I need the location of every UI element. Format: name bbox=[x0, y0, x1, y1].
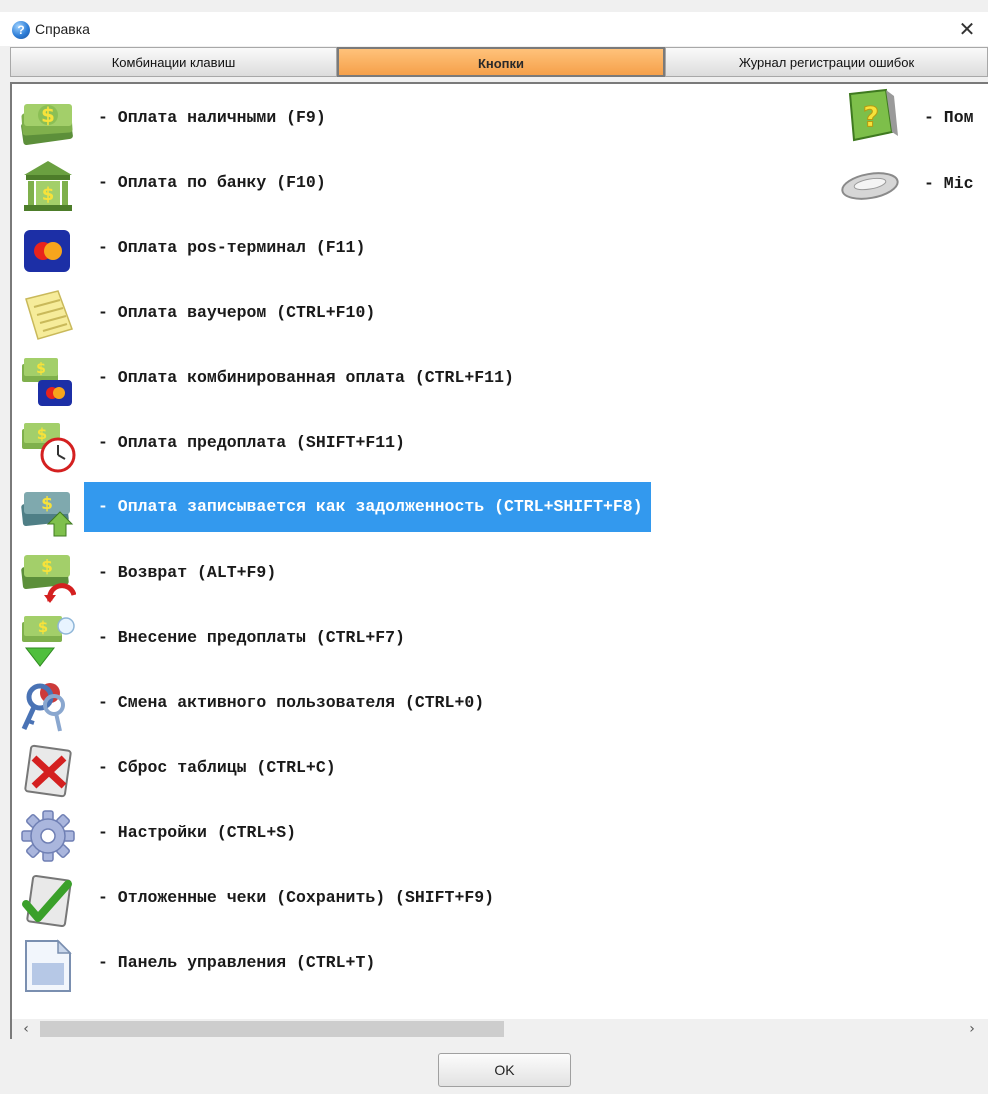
prepayment-clock-icon: $ bbox=[22, 423, 76, 473]
list-item[interactable]: - Настройки (CTRL+S) bbox=[20, 805, 850, 865]
list-item[interactable]: - Оплата pos-терминал (F11) bbox=[20, 220, 850, 280]
debt-money-icon: $ bbox=[21, 492, 74, 537]
tab-buttons[interactable]: Кнопки bbox=[337, 47, 665, 77]
list-item[interactable]: $ - Внесение предоплаты (CTRL+F7) bbox=[20, 610, 850, 670]
deposit-prepayment-icon: $ bbox=[22, 616, 75, 667]
item-label: - Оплата наличными (F9) bbox=[98, 108, 326, 127]
scroll-right-icon[interactable]: › bbox=[964, 1019, 980, 1039]
item-label: - Оплата предоплата (SHIFT+F11) bbox=[98, 433, 405, 452]
item-label: - Оплата записывается как задолженность … bbox=[84, 482, 651, 532]
tab-key-combinations[interactable]: Комбинации клавиш bbox=[10, 47, 337, 77]
bank-building-icon: $ bbox=[24, 161, 72, 211]
item-label: - Внесение предоплаты (CTRL+F7) bbox=[98, 628, 405, 647]
svg-text:$: $ bbox=[41, 557, 53, 577]
cash-money-icon: $ bbox=[21, 103, 73, 145]
close-button[interactable]: ✕ bbox=[952, 14, 982, 44]
item-label: - Mic bbox=[924, 174, 974, 193]
item-label: - Сброс таблицы (CTRL+C) bbox=[98, 758, 336, 777]
scanner-device-icon bbox=[841, 172, 899, 200]
item-label: - Настройки (CTRL+S) bbox=[98, 823, 297, 842]
item-label: - Панель управления (CTRL+T) bbox=[98, 953, 376, 972]
deferred-receipt-icon bbox=[22, 874, 72, 928]
scroll-left-icon[interactable]: ‹ bbox=[18, 1019, 34, 1039]
tab-bar: Комбинации клавиш Кнопки Журнал регистра… bbox=[10, 47, 988, 77]
list-item[interactable]: $ - Оплата наличными (F9) bbox=[20, 90, 850, 150]
item-label: - Смена активного пользователя (CTRL+0) bbox=[98, 693, 485, 712]
combined-payment-icon: $ bbox=[22, 358, 72, 406]
list-item[interactable]: $ - Оплата записывается как задолженност… bbox=[20, 480, 850, 540]
item-label: - Оплата по банку (F10) bbox=[98, 173, 326, 192]
ok-button[interactable]: OK bbox=[438, 1053, 571, 1087]
item-label: - Оплата комбинированная оплата (CTRL+F1… bbox=[98, 368, 514, 387]
list-item[interactable]: $ - Оплата предоплата (SHIFT+F11) bbox=[20, 415, 850, 475]
list-item[interactable]: $ - Оплата комбинированная оплата (CTRL+… bbox=[20, 350, 850, 410]
svg-text:$: $ bbox=[42, 184, 55, 205]
list-item[interactable]: - Смена активного пользователя (CTRL+0) bbox=[20, 675, 850, 735]
help-icon: ? bbox=[12, 21, 30, 39]
svg-text:?: ? bbox=[863, 100, 879, 133]
buttons-list-panel: $ - Оплата наличными (F9) $ - Оплата по … bbox=[10, 82, 988, 1019]
item-label: - Отложенные чеки (Сохранить) (SHIFT+F9) bbox=[98, 888, 495, 907]
list-item[interactable]: - Панель управления (CTRL+T) bbox=[20, 935, 850, 995]
user-keys-icon bbox=[21, 683, 65, 732]
horizontal-scrollbar[interactable]: ‹ › bbox=[10, 1019, 988, 1039]
title-bar: ? Справка ✕ bbox=[0, 12, 988, 46]
item-label: - Оплата pos-терминал (F11) bbox=[98, 238, 366, 257]
control-panel-icon bbox=[25, 939, 72, 992]
list-item[interactable]: ? - Пом bbox=[838, 88, 988, 148]
credit-card-icon bbox=[24, 230, 70, 272]
voucher-notepad-icon bbox=[25, 290, 73, 340]
tab-error-log[interactable]: Журнал регистрации ошибок bbox=[665, 47, 988, 77]
list-item[interactable]: - Сброс таблицы (CTRL+C) bbox=[20, 740, 850, 800]
svg-text:$: $ bbox=[41, 494, 53, 514]
svg-text:$: $ bbox=[37, 425, 47, 443]
settings-gear-icon bbox=[21, 810, 75, 862]
svg-text:$: $ bbox=[38, 618, 48, 636]
help-dialog: ? Справка ✕ Комбинации клавиш Кнопки Жур… bbox=[0, 0, 988, 1094]
scrollbar-thumb[interactable] bbox=[40, 1021, 504, 1037]
window-title: Справка bbox=[35, 21, 90, 37]
list-item[interactable]: - Отложенные чеки (Сохранить) (SHIFT+F9) bbox=[20, 870, 850, 930]
item-label: - Оплата ваучером (CTRL+F10) bbox=[98, 303, 376, 322]
svg-text:$: $ bbox=[36, 361, 46, 377]
list-item[interactable]: - Mic bbox=[838, 154, 988, 214]
item-label: - Пом bbox=[924, 108, 974, 127]
svg-text:$: $ bbox=[41, 103, 55, 127]
refund-money-icon: $ bbox=[21, 555, 76, 603]
list-item[interactable]: - Оплата ваучером (CTRL+F10) bbox=[20, 285, 850, 345]
list-item[interactable]: $ - Возврат (ALT+F9) bbox=[20, 545, 850, 605]
help-book-icon: ? bbox=[848, 88, 898, 142]
item-label: - Возврат (ALT+F9) bbox=[98, 563, 277, 582]
list-item[interactable]: $ - Оплата по банку (F10) bbox=[20, 155, 850, 215]
reset-table-icon bbox=[24, 744, 72, 798]
